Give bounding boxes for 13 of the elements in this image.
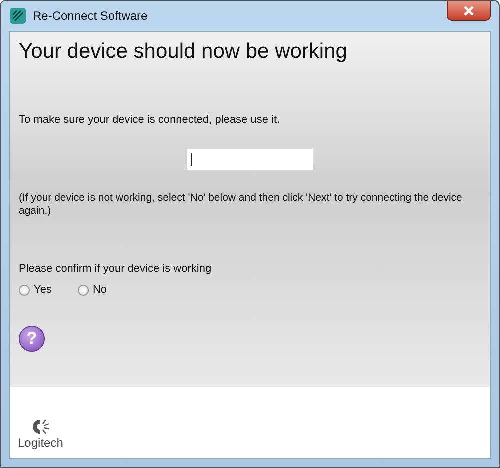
page-heading: Your device should now be working — [19, 40, 348, 64]
instruction-text: To make sure your device is connected, please use it. — [19, 114, 282, 126]
radio-option[interactable]: Yes — [19, 284, 52, 296]
close-button[interactable] — [447, 1, 491, 21]
brand-name: Logitech — [18, 436, 64, 450]
confirm-label: Please confirm if your device is working — [19, 263, 213, 275]
window-title: Re-Connect Software — [33, 9, 148, 23]
radio-option[interactable]: No — [78, 284, 108, 296]
close-icon — [463, 6, 475, 16]
note-text: (If your device is not working, select 'No' below and then click 'Next' to try connecting the device again.) — [19, 192, 464, 218]
app-icon — [9, 7, 27, 25]
test-input-field[interactable] — [187, 149, 313, 170]
logo-icon — [30, 418, 51, 436]
